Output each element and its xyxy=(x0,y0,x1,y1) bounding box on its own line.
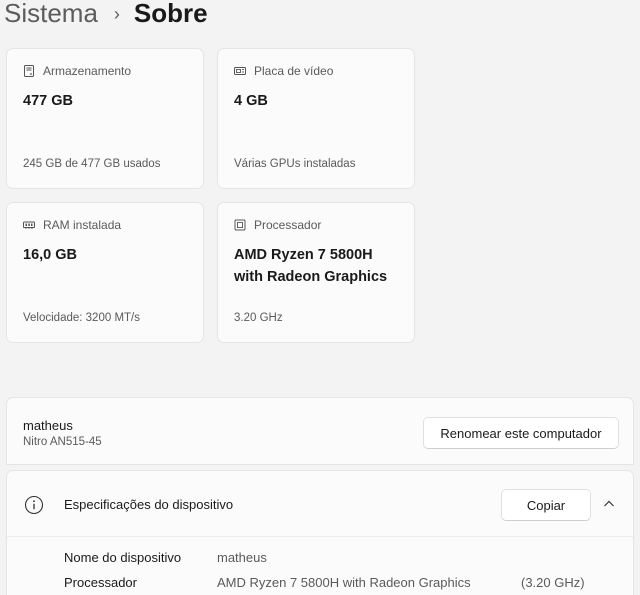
about-page: Sistema › Sobre Armazenamento 477 GB 245… xyxy=(0,0,640,595)
storage-icon xyxy=(23,65,35,77)
processor-card: Processador AMD Ryzen 7 5800H with Radeo… xyxy=(217,202,415,343)
gpu-sub: Várias GPUs instaladas xyxy=(234,158,356,170)
processor-value-line1: AMD Ryzen 7 5800H xyxy=(234,247,373,263)
processor-value: AMD Ryzen 7 5800H with Radeon Graphics xyxy=(234,244,414,288)
ram-value: 16,0 GB xyxy=(23,247,77,263)
ram-icon xyxy=(23,219,35,231)
copy-button[interactable]: Copiar xyxy=(501,489,591,521)
spec-value-processor: AMD Ryzen 7 5800H with Radeon Graphics xyxy=(217,575,471,590)
storage-card: Armazenamento 477 GB 245 GB de 477 GB us… xyxy=(6,48,204,189)
info-icon xyxy=(24,495,44,515)
spec-label-processor: Processador xyxy=(64,575,137,590)
breadcrumb-sistema[interactable]: Sistema xyxy=(4,0,98,29)
processor-label: Processador xyxy=(254,218,322,232)
ram-label: RAM instalada xyxy=(43,218,122,232)
breadcrumb: Sistema › Sobre xyxy=(4,0,208,32)
storage-value: 477 GB xyxy=(23,93,73,109)
computer-name: matheus xyxy=(23,418,73,433)
ram-speed: Velocidade: 3200 MT/s xyxy=(23,312,140,324)
spec-label-device-name: Nome do dispositivo xyxy=(64,550,182,565)
spec-value-device-name: matheus xyxy=(217,550,267,565)
processor-speed: 3.20 GHz xyxy=(234,312,283,324)
device-specs-header[interactable]: Especificações do dispositivo Copiar xyxy=(7,471,633,537)
gpu-icon xyxy=(234,65,246,77)
rename-computer-button[interactable]: Renomear este computador xyxy=(423,417,619,449)
computer-name-card: matheus Nitro AN515-45 Renomear este com… xyxy=(6,397,634,465)
page-title: Sobre xyxy=(133,0,208,28)
spec-extra-processor: (3.20 GHz) xyxy=(521,575,585,590)
chevron-right-icon: › xyxy=(113,3,120,24)
chevron-up-icon[interactable] xyxy=(603,497,615,509)
storage-label: Armazenamento xyxy=(43,64,132,78)
gpu-value: 4 GB xyxy=(234,93,268,109)
storage-usage: 245 GB de 477 GB usados xyxy=(23,158,161,170)
processor-icon xyxy=(234,219,246,231)
processor-value-line2: with Radeon Graphics xyxy=(234,269,388,285)
computer-model: Nitro AN515-45 xyxy=(23,436,102,448)
gpu-label: Placa de vídeo xyxy=(254,64,334,78)
device-specs-card: Especificações do dispositivo Copiar Nom… xyxy=(6,470,634,595)
ram-card: RAM instalada 16,0 GB Velocidade: 3200 M… xyxy=(6,202,204,343)
device-specs-title: Especificações do dispositivo xyxy=(64,497,234,512)
gpu-card: Placa de vídeo 4 GB Várias GPUs instalad… xyxy=(217,48,415,189)
